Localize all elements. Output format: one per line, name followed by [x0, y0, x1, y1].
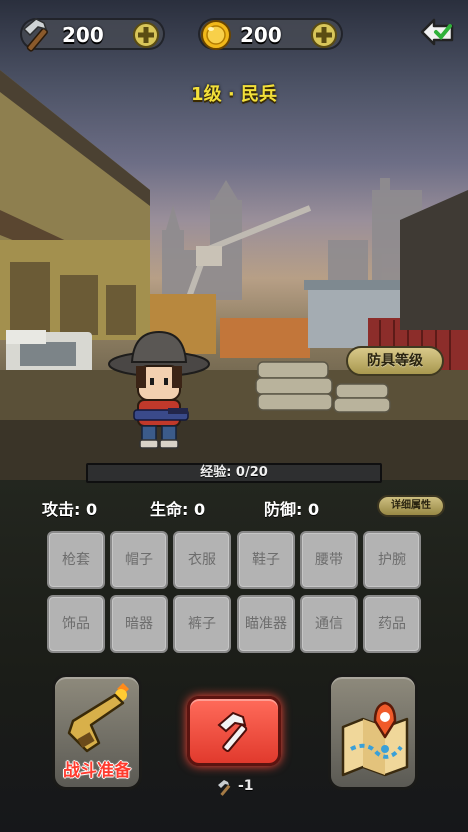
add-hammer-button[interactable] — [132, 21, 160, 49]
craft-cost-text: -1 — [238, 778, 254, 794]
back-button[interactable] — [418, 12, 458, 52]
hammer-icon — [217, 711, 248, 753]
gold-coin-icon — [201, 20, 231, 50]
map-button[interactable] — [328, 674, 418, 790]
equipment-grid: 枪套 帽子 衣服 鞋子 腰带 护腕 饰品 暗器 裤子 瞄准器 通信 药品 — [47, 531, 423, 653]
equip-slot-shoes[interactable]: 鞋子 — [237, 531, 295, 589]
equip-slot-accessory[interactable]: 饰品 — [47, 595, 105, 653]
defense-stat: 防御: 0 — [264, 496, 319, 520]
hammer-count: 200 — [62, 23, 104, 47]
game-screen: 200 200 1级 · 民兵 防具等级 经验: 0/20 攻击: 0 生命: … — [0, 0, 468, 832]
equip-slot-hat[interactable]: 帽子 — [110, 531, 168, 589]
hammer-icon — [22, 18, 48, 52]
gold-resource-pill: 200 — [198, 18, 343, 50]
battle-prep-button[interactable]: 战斗准备 — [52, 674, 142, 790]
hammer-icon — [218, 780, 231, 796]
equip-slot-medicine[interactable]: 药品 — [363, 595, 421, 653]
experience-bar: 经验: 0/20 — [86, 463, 382, 483]
equip-slot-comms[interactable]: 通信 — [300, 595, 358, 653]
battle-prep-label: 战斗准备 — [63, 761, 131, 781]
equip-slot-bracer[interactable]: 护腕 — [363, 531, 421, 589]
attack-stat-text: 攻击: 0 — [42, 500, 98, 519]
armor-level-button[interactable]: 防具等级 — [346, 346, 444, 376]
equip-slot-scope[interactable]: 瞄准器 — [237, 595, 295, 653]
map-icon — [341, 701, 409, 777]
craft-button[interactable] — [187, 696, 281, 766]
experience-text: 经验: 0/20 — [200, 465, 268, 480]
rank-title: 1级 · 民兵 — [191, 84, 277, 105]
equip-slot-belt[interactable]: 腰带 — [300, 531, 358, 589]
city-scene — [0, 70, 468, 480]
add-gold-button[interactable] — [310, 21, 338, 49]
equip-slot-clothes[interactable]: 衣服 — [173, 531, 231, 589]
hammer-resource-pill: 200 — [20, 18, 165, 52]
defense-stat-text: 防御: 0 — [264, 500, 320, 519]
gold-count: 200 — [240, 23, 282, 47]
attack-stat: 攻击: 0 — [42, 496, 97, 520]
equip-slot-hidden-weapon[interactable]: 暗器 — [110, 595, 168, 653]
hp-stat: 生命: 0 — [150, 496, 205, 520]
equip-slot-pants[interactable]: 裤子 — [173, 595, 231, 653]
hp-stat-text: 生命: 0 — [150, 500, 206, 519]
equip-slot-holster[interactable]: 枪套 — [47, 531, 105, 589]
detail-attributes-button[interactable]: 详细属性 — [377, 495, 445, 517]
pistol-icon — [67, 683, 129, 753]
character-sprite[interactable] — [104, 326, 214, 454]
